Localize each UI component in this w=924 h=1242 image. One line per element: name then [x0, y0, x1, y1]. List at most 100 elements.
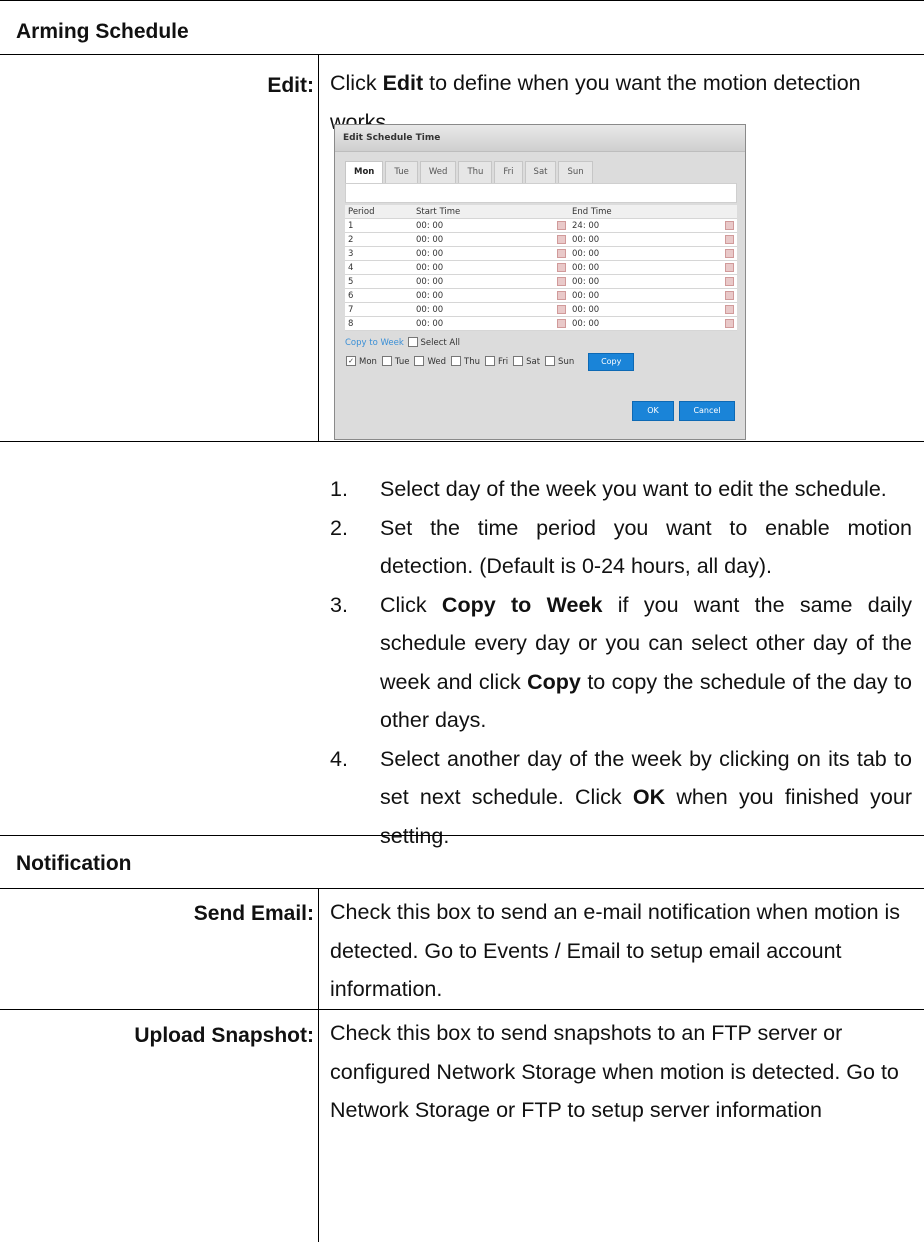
step-bold-text: Copy [527, 669, 581, 694]
start-time-cell[interactable]: 00: 00 [413, 316, 569, 331]
clock-icon[interactable] [557, 262, 566, 272]
clock-icon[interactable] [725, 318, 734, 328]
tab-tue[interactable]: Tue [385, 161, 418, 183]
clock-icon[interactable] [557, 290, 566, 300]
day-checkbox[interactable] [545, 356, 556, 366]
upload-snapshot-description: Check this box to send snapshots to an F… [330, 1021, 899, 1122]
tab-wed[interactable]: Wed [419, 161, 457, 183]
start-time-cell[interactable]: 00: 00 [413, 274, 569, 289]
copy-to-week-row: Copy to Week Select All [345, 336, 737, 350]
day-option: Wed [413, 354, 446, 370]
copy-to-week-link[interactable]: Copy to Week [345, 338, 404, 348]
clock-icon[interactable] [725, 290, 734, 300]
day-checkbox[interactable] [451, 356, 461, 366]
start-time-cell[interactable]: 00: 00 [413, 302, 569, 317]
start-time-cell[interactable]: 00: 00 [413, 232, 569, 247]
end-time-cell[interactable]: 00: 00 [569, 274, 737, 289]
clock-icon[interactable] [557, 248, 566, 258]
end-time-cell[interactable]: 00: 00 [569, 288, 737, 303]
period-cell: 6 [345, 288, 413, 303]
clock-icon[interactable] [557, 220, 566, 230]
clock-icon[interactable] [557, 304, 566, 314]
clock-icon[interactable] [557, 318, 566, 328]
tab-sat[interactable]: Sat [524, 161, 557, 183]
tab-thu[interactable]: Thu [458, 161, 493, 183]
divider [0, 54, 924, 55]
end-time-cell[interactable]: 00: 00 [569, 302, 737, 317]
start-time-cell[interactable]: 00: 00 [413, 260, 569, 275]
period-cell: 1 [345, 218, 413, 233]
column-divider [318, 888, 319, 1242]
start-time-value: 00: 00 [416, 220, 444, 231]
end-time-cell[interactable]: 24: 00 [569, 218, 737, 233]
start-time-cell[interactable]: 00: 00 [413, 246, 569, 261]
step-item: 4. Select another day of the week by clic… [330, 740, 912, 856]
copy-days-row: ✓ Mon Tue Wed Thu Fri Sat Sun Copy [345, 353, 737, 371]
step-text: Set the time period you want to enable m… [380, 515, 912, 579]
cancel-button[interactable]: Cancel [679, 401, 735, 421]
table-row: 8 00: 00 00: 00 [345, 316, 737, 331]
end-time-cell[interactable]: 00: 00 [569, 232, 737, 247]
clock-icon[interactable] [725, 248, 734, 258]
clock-icon[interactable] [557, 276, 566, 286]
send-email-label: Send Email: [193, 902, 314, 925]
column-header: Start Time [413, 205, 569, 219]
day-label: Wed [427, 357, 446, 367]
select-all-checkbox[interactable] [407, 337, 418, 347]
select-all-label: Select All [420, 338, 460, 348]
start-time-value: 00: 00 [416, 318, 444, 329]
start-time-value: 00: 00 [416, 290, 444, 301]
divider [0, 441, 924, 442]
day-checkbox[interactable] [513, 356, 524, 366]
end-time-value: 00: 00 [572, 318, 600, 329]
start-time-value: 00: 00 [416, 234, 444, 245]
start-time-value: 00: 00 [416, 262, 444, 273]
clock-icon[interactable] [725, 220, 734, 230]
end-time-cell[interactable]: 00: 00 [569, 246, 737, 261]
day-checkbox[interactable] [381, 356, 392, 366]
dialog-title: Edit Schedule Time [335, 125, 745, 152]
day-checkbox[interactable]: ✓ [346, 356, 356, 366]
table-row: 4 00: 00 00: 00 [345, 260, 737, 275]
start-time-cell[interactable]: 00: 00 [413, 288, 569, 303]
tab-fri[interactable]: Fri [494, 161, 523, 183]
tab-mon[interactable]: Mon [345, 161, 384, 183]
day-checkbox[interactable] [484, 356, 495, 366]
step-number: 2. [330, 515, 348, 540]
day-label: Thu [464, 357, 480, 367]
end-time-cell[interactable]: 00: 00 [569, 316, 737, 331]
day-label: Sat [526, 357, 541, 367]
day-label: Tue [394, 357, 410, 367]
copy-button[interactable]: Copy [588, 353, 635, 371]
period-cell: 4 [345, 260, 413, 275]
intro-text: Click [330, 71, 383, 95]
end-time-cell[interactable]: 00: 00 [569, 260, 737, 275]
day-label: Sun [558, 357, 575, 367]
tab-sun[interactable]: Sun [558, 161, 593, 183]
divider [0, 1009, 924, 1010]
start-time-cell[interactable]: 00: 00 [413, 218, 569, 233]
table-header-row: Period Start Time End Time [345, 205, 737, 219]
ok-button[interactable]: OK [632, 401, 674, 421]
step-number: 1. [330, 477, 348, 501]
schedule-table: Period Start Time End Time 1 00: 00 24: 00… [345, 205, 737, 331]
end-time-value: 00: 00 [572, 248, 600, 259]
upload-snapshot-label: Upload Snapshot: [134, 1024, 314, 1047]
step-text: Select day of the week you want to edit … [380, 477, 887, 501]
clock-icon[interactable] [557, 234, 566, 244]
clock-icon[interactable] [725, 262, 734, 272]
column-header: End Time [569, 205, 737, 219]
top-rule [0, 0, 924, 1]
step-bold-text: OK [632, 785, 666, 809]
edit-schedule-dialog: Edit Schedule Time Mon Tue Wed Thu Fri Sat Sun… [334, 124, 746, 440]
step-number: 3. [330, 592, 348, 617]
day-checkbox[interactable] [414, 356, 425, 366]
period-cell: 2 [345, 232, 413, 247]
table-row: 1 00: 00 24: 00 [345, 218, 737, 233]
clock-icon[interactable] [725, 304, 734, 314]
step-text: Click [380, 592, 442, 617]
table-row: 2 00: 00 00: 00 [345, 232, 737, 247]
divider [0, 888, 924, 889]
clock-icon[interactable] [725, 234, 734, 244]
clock-icon[interactable] [725, 276, 734, 286]
